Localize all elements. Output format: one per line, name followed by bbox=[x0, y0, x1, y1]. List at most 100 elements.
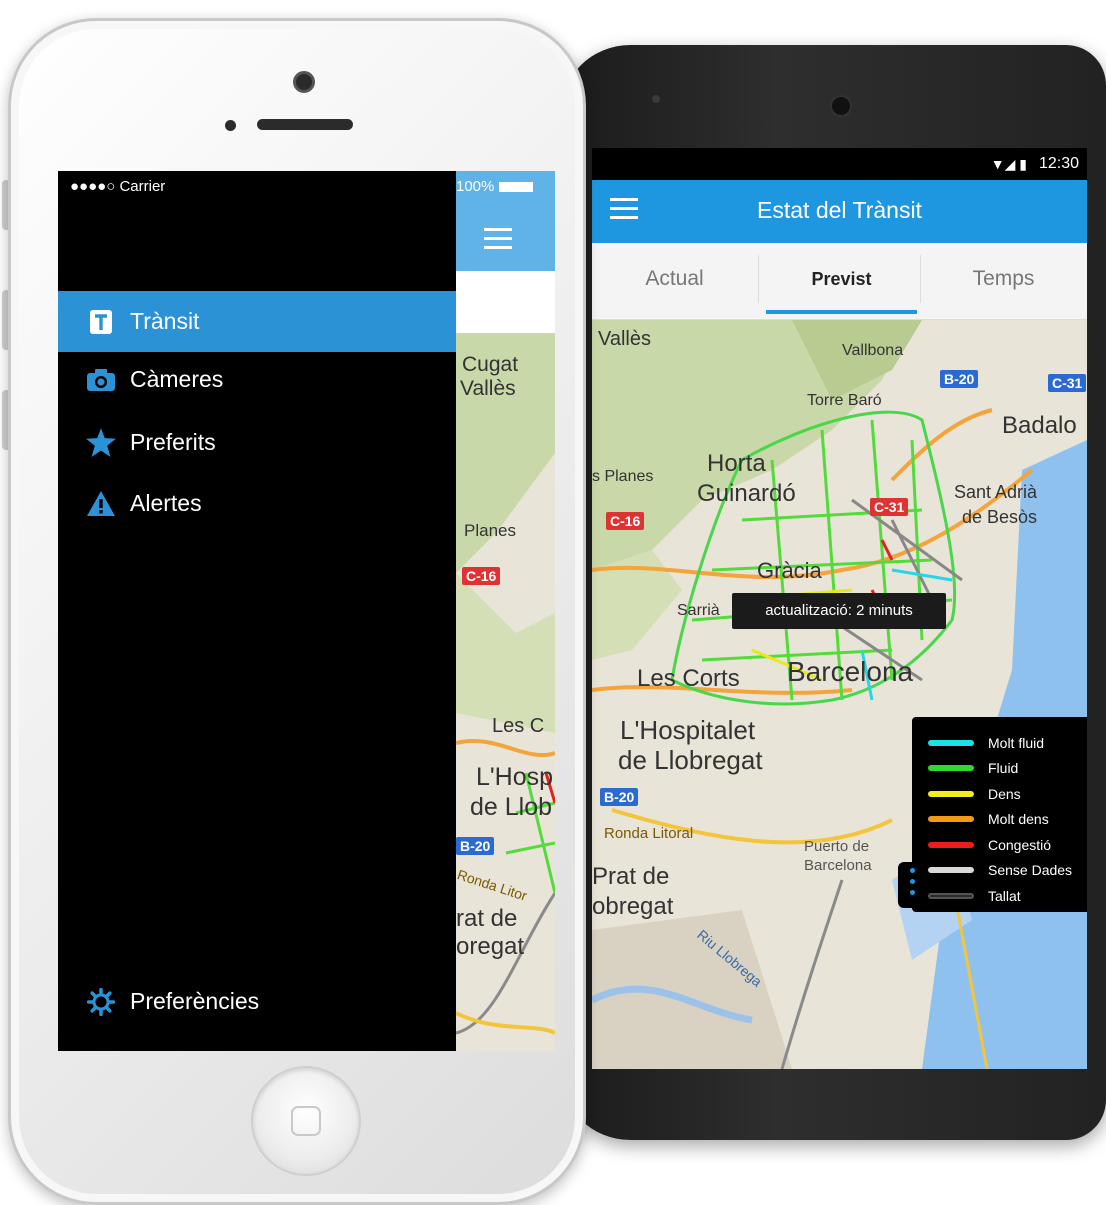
drawer-item-transit[interactable]: Trànsit bbox=[58, 291, 456, 352]
map-label: L'Hospitalet bbox=[620, 715, 756, 745]
legend-label: Tallat bbox=[988, 887, 1021, 904]
legend-item: Dens bbox=[928, 781, 1087, 807]
legend-item: Tallat bbox=[928, 883, 1087, 909]
tab-label: Temps bbox=[972, 267, 1035, 290]
legend-label: Sense Dades bbox=[988, 862, 1073, 879]
tab-label: Previst bbox=[811, 269, 872, 289]
ios-status-bar: ●●●●○ Carrier 100% bbox=[58, 171, 555, 201]
map-label: obregat bbox=[592, 893, 674, 920]
home-square-icon bbox=[291, 1106, 321, 1136]
map-label: Vallbona bbox=[842, 342, 904, 359]
traffic-legend: Molt fluid Fluid Dens Molt dens Congesti… bbox=[898, 717, 1087, 912]
battery-percent: 100% bbox=[456, 178, 495, 195]
map-label: Puerto de bbox=[804, 838, 870, 855]
map-label: Gràcia bbox=[757, 558, 822, 583]
legend-label: Dens bbox=[988, 785, 1021, 802]
drawer-item-label: Càmeres bbox=[130, 366, 224, 392]
earpiece bbox=[257, 119, 353, 130]
map-label: Guinardó bbox=[697, 480, 796, 507]
star-icon bbox=[86, 428, 116, 458]
road-shield: B-20 bbox=[600, 788, 639, 806]
earpiece bbox=[830, 95, 852, 117]
legend-swatch bbox=[928, 867, 974, 874]
road-shield: C-31 bbox=[870, 498, 909, 516]
proximity-sensor bbox=[652, 95, 660, 103]
android-phone: ▼◢ ▮ 12:30 Estat del Trànsit Actual Prev… bbox=[560, 45, 1106, 1140]
legend-swatch bbox=[928, 739, 974, 746]
legend-item: Sense Dades bbox=[928, 858, 1087, 884]
map-label: de Besòs bbox=[962, 507, 1038, 527]
camera-icon bbox=[86, 365, 116, 395]
battery-label: 100% bbox=[456, 178, 533, 195]
map-label: Vallès bbox=[460, 377, 516, 400]
map-label: de Llob bbox=[470, 793, 553, 821]
map-label: de Llobregat bbox=[618, 745, 763, 775]
legend-swatch bbox=[928, 765, 974, 772]
drawer-item-preferences[interactable]: Preferències bbox=[58, 971, 456, 1032]
map-label: s Planes bbox=[592, 468, 654, 485]
android-screen: ▼◢ ▮ 12:30 Estat del Trànsit Actual Prev… bbox=[592, 148, 1087, 1069]
road-shield: C-31 bbox=[1048, 374, 1087, 392]
app-bar: Estat del Trànsit bbox=[592, 180, 1087, 243]
iphone-screen: Cugat Vallès Planes C-16 Les C L'Hosp de… bbox=[58, 171, 555, 1051]
tab-indicator bbox=[766, 310, 917, 314]
legend-item: Molt fluid bbox=[928, 730, 1087, 756]
legend-toggle-icon[interactable] bbox=[898, 862, 926, 908]
road-shield: C-16 bbox=[606, 512, 645, 530]
legend-label: Fluid bbox=[988, 760, 1019, 777]
tab-bar: Actual Previst Temps bbox=[592, 243, 1087, 320]
traffic-icon bbox=[86, 307, 116, 337]
app-title: Estat del Trànsit bbox=[757, 197, 922, 223]
warning-icon bbox=[86, 489, 116, 519]
road-shield: C-16 bbox=[462, 567, 501, 585]
legend-swatch bbox=[928, 816, 974, 823]
main-view-peek[interactable]: Cugat Vallès Planes C-16 Les C L'Hosp de… bbox=[456, 171, 555, 1051]
map-label: Les C bbox=[492, 715, 545, 737]
drawer-item-label: Trànsit bbox=[130, 308, 200, 334]
legend-item: Congestió bbox=[928, 832, 1087, 858]
tab-actual[interactable]: Actual bbox=[592, 243, 757, 320]
map-label: Cugat bbox=[462, 353, 519, 376]
legend-swatch bbox=[928, 892, 974, 899]
tab-label: Actual bbox=[645, 267, 704, 290]
drawer-item-label: Preferits bbox=[130, 429, 216, 455]
home-button[interactable] bbox=[251, 1066, 361, 1176]
proximity-sensor bbox=[225, 120, 236, 131]
map-label: Horta bbox=[707, 450, 766, 477]
peek-tab-strip bbox=[456, 271, 555, 333]
gear-icon bbox=[86, 987, 116, 1017]
road-shield: B-20 bbox=[940, 370, 979, 388]
drawer-item-favorites[interactable]: Preferits bbox=[58, 412, 456, 473]
iphone: Cugat Vallès Planes C-16 Les C L'Hosp de… bbox=[8, 18, 586, 1205]
traffic-map[interactable]: Vallès Vallbona Torre Baró Badalo s Plan… bbox=[592, 320, 1087, 1069]
drawer-item-label: Alertes bbox=[130, 490, 202, 516]
battery-icon bbox=[498, 182, 533, 193]
signal-icon: ▼◢ ▮ bbox=[990, 156, 1027, 172]
map-label: Torre Baró bbox=[807, 392, 882, 409]
map-label: Les Corts bbox=[637, 665, 740, 692]
map-label: Barcelona bbox=[787, 656, 914, 687]
map-label: rat de bbox=[456, 905, 518, 932]
map-label: Vallès bbox=[598, 328, 651, 350]
drawer-item-label: Preferències bbox=[130, 988, 260, 1014]
legend-label: Molt dens bbox=[988, 811, 1049, 828]
map-label: Badalo bbox=[1002, 412, 1077, 439]
map-label: Barcelona bbox=[804, 857, 872, 874]
update-tooltip: actualització: 2 minuts bbox=[732, 593, 946, 629]
tab-previst[interactable]: Previst bbox=[759, 243, 924, 320]
tab-temps[interactable]: Temps bbox=[921, 243, 1086, 320]
map-label: oregat bbox=[456, 933, 525, 960]
drawer-item-alerts[interactable]: Alertes bbox=[58, 473, 456, 534]
map-label: Ronda Litoral bbox=[604, 825, 694, 842]
legend-label: Congestió bbox=[988, 836, 1052, 853]
map-label: Planes bbox=[464, 521, 516, 540]
map-label: Prat de bbox=[592, 863, 670, 890]
status-time: 12:30 bbox=[1038, 155, 1079, 172]
promo-stage: ▼◢ ▮ 12:30 Estat del Trànsit Actual Prev… bbox=[0, 0, 1106, 1205]
road-shield: B-20 bbox=[456, 837, 495, 855]
peek-map: Cugat Vallès Planes C-16 Les C L'Hosp de… bbox=[456, 333, 555, 1051]
drawer-item-cameras[interactable]: Càmeres bbox=[58, 349, 456, 410]
map-label: Sarrià bbox=[677, 602, 720, 619]
android-status-bar: ▼◢ ▮ 12:30 bbox=[592, 148, 1087, 180]
hamburger-icon[interactable] bbox=[484, 228, 512, 252]
